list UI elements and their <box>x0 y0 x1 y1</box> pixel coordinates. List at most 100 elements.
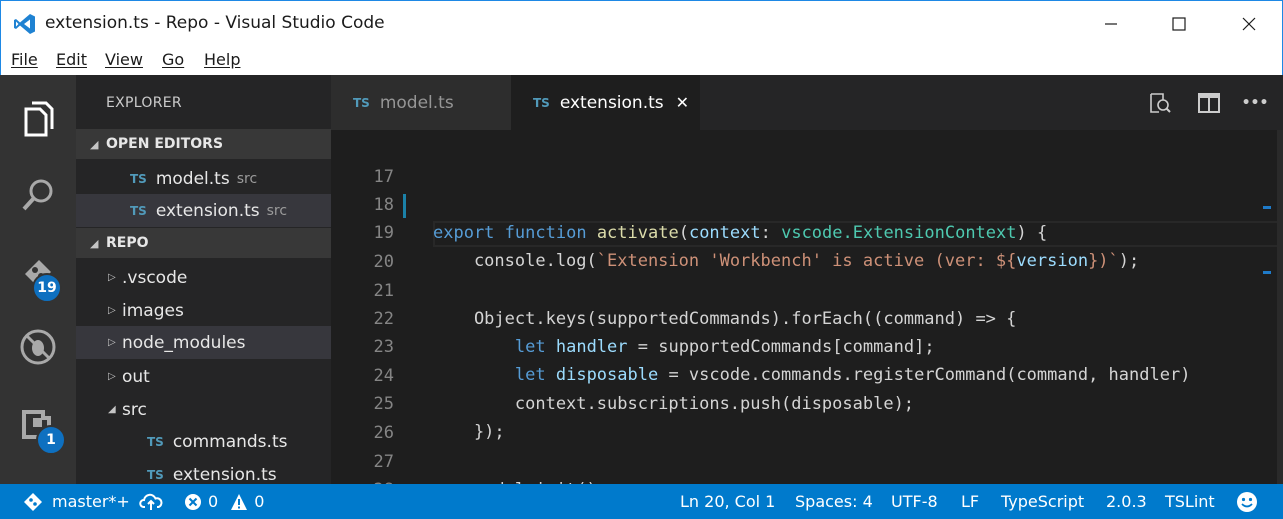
file-item[interactable]: TS extension.ts <box>76 458 331 485</box>
code-line: 20 <box>331 220 1283 272</box>
open-changes-button[interactable] <box>1146 89 1174 117</box>
typescript-version-status[interactable]: 2.0.3 <box>1106 484 1147 519</box>
more-icon: ••• <box>1241 95 1269 111</box>
indentation-status[interactable]: Spaces: 4 <box>795 484 873 519</box>
menu-edit[interactable]: Edit <box>56 50 87 69</box>
folder-item[interactable]: ▷ .vscode <box>76 261 331 294</box>
cloud-sync-icon <box>139 493 163 510</box>
window-title: extension.ts - Repo - Visual Studio Code <box>45 13 385 33</box>
open-editors-label: OPEN EDITORS <box>106 136 224 152</box>
maximize-button[interactable] <box>1151 1 1207 46</box>
activity-bar: 19 1 <box>0 75 76 484</box>
folder-item[interactable]: ▷ out <box>76 360 331 393</box>
open-changes-icon <box>1150 93 1171 113</box>
code-line: 28 <box>331 448 1283 484</box>
error-icon <box>185 493 201 510</box>
collapse-icon: ◢ <box>90 236 99 250</box>
repo-label: REPO <box>106 235 149 251</box>
sidebar-title: EXPLORER <box>106 95 182 111</box>
feedback-button[interactable] <box>1236 484 1258 519</box>
split-editor-button[interactable] <box>1195 89 1223 117</box>
minimize-button[interactable] <box>1083 1 1139 46</box>
activity-explorer[interactable] <box>0 81 76 157</box>
code-line: 24 context.subscriptions.push(disposable… <box>331 334 1283 414</box>
file-name: commands.ts <box>172 431 288 452</box>
typescript-file-icon: TS <box>353 95 370 110</box>
line-number: 28 <box>331 476 394 484</box>
folder-item[interactable]: ◢ src <box>76 393 331 426</box>
code-editor[interactable]: 17 18 export function activate(context: … <box>331 130 1283 484</box>
expand-icon: ▷ <box>108 337 116 348</box>
collapse-icon: ◢ <box>108 404 116 415</box>
code-line: 25 }); <box>331 362 1283 442</box>
folder-name: node_modules <box>122 332 246 353</box>
code-line: 27 model.init(); <box>331 420 1283 484</box>
tab-extension[interactable]: TS extension.ts ✕ <box>511 75 700 130</box>
search-icon <box>22 179 53 211</box>
error-count: 0 <box>208 492 219 511</box>
linter-status[interactable]: TSLint <box>1165 484 1215 519</box>
open-editor-item[interactable]: TS model.ts src <box>76 162 331 195</box>
vscode-logo-icon <box>14 14 35 34</box>
menu-view[interactable]: View <box>105 50 143 69</box>
menu-help[interactable]: Help <box>204 50 240 69</box>
file-name: extension.ts <box>155 200 260 221</box>
title-bar: extension.ts - Repo - Visual Studio Code <box>0 0 1283 45</box>
scm-badge: 19 <box>32 273 62 303</box>
folder-item[interactable]: ▷ images <box>76 294 331 327</box>
typescript-file-icon: TS <box>130 203 147 218</box>
typescript-file-icon: TS <box>130 171 147 186</box>
git-branch-icon <box>24 492 42 511</box>
menu-bar: File Edit View Go Help <box>0 45 1283 75</box>
folder-item[interactable]: ▷ node_modules <box>76 326 331 359</box>
expand-icon: ▷ <box>108 272 116 283</box>
code-line: 21 Object.keys(supportedCommands).forEac… <box>331 249 1283 329</box>
open-editor-item[interactable]: TS extension.ts src <box>76 194 331 227</box>
collapse-icon: ◢ <box>90 137 99 151</box>
activity-source-control[interactable]: 19 <box>0 233 76 309</box>
code-text: model.init(); <box>433 476 607 484</box>
close-tab-icon[interactable]: ✕ <box>676 93 689 112</box>
sync-button[interactable] <box>139 484 163 519</box>
typescript-file-icon: TS <box>533 95 550 110</box>
file-item[interactable]: TS commands.ts <box>76 425 331 458</box>
language-mode-status[interactable]: TypeScript <box>1001 484 1084 519</box>
typescript-file-icon: TS <box>147 467 164 482</box>
code-line: 18 export function activate(context: vsc… <box>331 163 1283 243</box>
tab-model[interactable]: TS model.ts <box>331 75 511 130</box>
activity-extensions[interactable]: 1 <box>0 385 76 461</box>
file-folder: src <box>266 202 288 219</box>
code-line: 26 <box>331 391 1283 443</box>
open-editors-header[interactable]: ◢ OPEN EDITORS <box>76 129 331 159</box>
status-bar: master*+ 0 0 Ln 20, Col 1 Spaces: 4 UTF-… <box>0 484 1283 519</box>
typescript-file-icon: TS <box>147 434 164 449</box>
activity-search[interactable] <box>0 157 76 233</box>
menu-file[interactable]: File <box>11 50 38 69</box>
folder-name: images <box>122 300 184 321</box>
git-branch-status[interactable]: master*+ <box>22 484 130 519</box>
tab-label: extension.ts <box>559 92 664 113</box>
folder-name: src <box>122 399 147 420</box>
problems-status[interactable]: 0 0 <box>184 484 264 519</box>
file-name: extension.ts <box>172 464 277 485</box>
more-actions-button[interactable]: ••• <box>1241 89 1269 117</box>
minimize-icon <box>1105 22 1117 25</box>
close-window-button[interactable] <box>1221 1 1277 46</box>
cursor-position-status[interactable]: Ln 20, Col 1 <box>680 484 775 519</box>
code-line: 23 let disposable = vscode.commands.regi… <box>331 305 1283 385</box>
code-line: 17 <box>331 135 1283 187</box>
editor-tab-bar: TS model.ts TS extension.ts ✕ ••• <box>331 75 1283 130</box>
menu-go[interactable]: Go <box>162 50 184 69</box>
activity-debug[interactable] <box>0 309 76 385</box>
encoding-status[interactable]: UTF-8 <box>891 484 938 519</box>
expand-icon: ▷ <box>108 305 116 316</box>
close-icon <box>1242 17 1256 30</box>
tab-label: model.ts <box>379 92 454 113</box>
repo-header[interactable]: ◢ REPO <box>76 228 331 258</box>
extensions-badge: 1 <box>36 425 66 455</box>
file-folder: src <box>236 170 258 187</box>
eol-status[interactable]: LF <box>961 484 979 519</box>
folder-name: .vscode <box>122 267 188 288</box>
explorer-icon <box>24 101 54 137</box>
debug-icon <box>20 329 56 365</box>
